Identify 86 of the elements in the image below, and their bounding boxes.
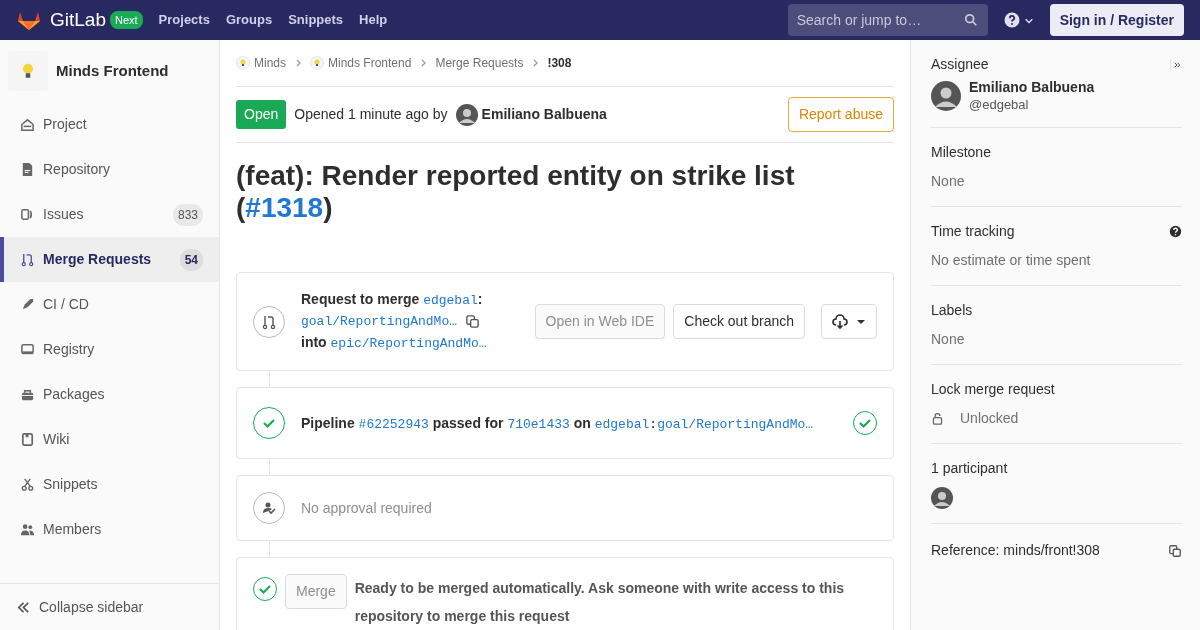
help-icon: [1003, 12, 1020, 28]
project-name[interactable]: Minds Frontend: [56, 59, 169, 83]
status-badge: Open: [236, 100, 287, 129]
next-badge: Next: [110, 10, 143, 30]
count-badge: 54: [179, 248, 203, 271]
sign-in-button[interactable]: Sign in / Register: [1049, 4, 1184, 36]
merge-status-text: Ready to be merged automatically. Ask someone with write access to this repository to merge this request: [354, 579, 846, 627]
participants-label: 1 participant: [931, 458, 1009, 478]
merge-request-icon: [20, 252, 35, 267]
avatar-icon: [931, 80, 961, 111]
section-value: No estimate or time spent: [931, 250, 1091, 270]
sidebar-item[interactable]: Project: [0, 102, 219, 147]
search-icon: [963, 13, 978, 27]
chevron-right-icon: [294, 58, 302, 68]
sidebar-item[interactable]: Repository: [0, 147, 219, 192]
pipeline-status-text: Pipeline #62252943 passed for 710e1433 on edgebal:goal/ReportingAndMo…: [301, 413, 814, 434]
copy-icon: [465, 314, 481, 330]
copy-icon[interactable]: [1168, 543, 1182, 558]
request-label: Request to merge: [301, 291, 420, 308]
issues-icon: [20, 207, 35, 222]
users-icon: [20, 522, 35, 537]
section-value: None: [931, 171, 965, 191]
double-chevron-right-icon[interactable]: [1170, 58, 1182, 71]
page-title: (feat): Render reported entity on strike list (#1318): [236, 160, 796, 225]
sidebar-item[interactable]: CI / CD: [0, 282, 219, 327]
section-label: Labels: [931, 300, 973, 320]
group-avatar-icon: [310, 56, 324, 70]
branch-link[interactable]: epic/ReportingAndMo…: [330, 336, 487, 352]
double-chevron-left-icon: [16, 599, 31, 615]
breadcrumb-link[interactable]: Minds: [254, 54, 286, 72]
reference-text: Reference: minds/front!308: [931, 541, 1100, 561]
namespace-link[interactable]: edgebal: [423, 293, 478, 309]
assignee-label: Assignee: [931, 55, 989, 74]
branch-link[interactable]: goal/ReportingAndMo…: [301, 311, 458, 333]
section-value: None: [931, 329, 965, 349]
laptop-icon: [20, 342, 35, 357]
merge-request-icon: [261, 313, 277, 330]
separator-text: :: [477, 291, 483, 308]
section-value: Unlocked: [960, 408, 1019, 428]
scissors-icon: [20, 477, 35, 492]
search-field[interactable]: Search or jump to…: [787, 4, 988, 36]
sidebar-item[interactable]: Members: [0, 507, 219, 552]
section-label: Time tracking: [931, 221, 1015, 241]
package-icon: [20, 387, 35, 402]
branch-link[interactable]: goal/ReportingAndMo…: [657, 416, 814, 432]
document-icon: [20, 162, 35, 177]
download-dropdown[interactable]: [821, 304, 877, 340]
assignee-name[interactable]: Emiliano Balbuena: [969, 79, 1095, 97]
nav-link[interactable]: Groups: [225, 10, 273, 30]
chevron-right-icon: [531, 58, 540, 68]
author-link[interactable]: Emiliano Balbuena: [481, 104, 607, 125]
sidebar-item[interactable]: Wiki: [0, 417, 219, 462]
chevron-right-icon: [419, 58, 428, 68]
cloud-download-icon: [832, 313, 848, 330]
nav-link[interactable]: Snippets: [288, 10, 344, 30]
branch-action-button[interactable]: Check out branch: [673, 304, 805, 340]
book-icon: [20, 432, 35, 447]
section-label: Milestone: [931, 142, 991, 162]
approval-text: No approval required: [301, 498, 432, 518]
section-label: Lock merge request: [931, 379, 1055, 399]
namespace-link[interactable]: edgebal: [594, 416, 650, 432]
collapse-sidebar-link[interactable]: Collapse sidebar: [0, 583, 219, 630]
nav-link[interactable]: Projects: [158, 10, 210, 30]
sidebar-item[interactable]: Snippets: [0, 462, 219, 507]
commit-link[interactable]: 710e1433: [507, 416, 570, 432]
into-label: into: [301, 334, 327, 351]
breadcrumb-link[interactable]: Minds Frontend: [328, 54, 412, 72]
user-check-icon: [261, 500, 277, 517]
pipeline-link[interactable]: #62252943: [358, 416, 429, 432]
breadcrumb-link[interactable]: !308: [547, 54, 572, 72]
brand-name[interactable]: GitLab: [50, 5, 106, 35]
sidebar-item[interactable]: Issues 833: [0, 192, 219, 237]
opened-text: Opened 1 minute ago by: [294, 105, 448, 124]
breadcrumb-link[interactable]: Merge Requests: [435, 54, 524, 72]
assignee-username: @edgebal: [969, 96, 1030, 113]
separator-text: :: [649, 416, 658, 432]
sidebar-item[interactable]: Merge Requests 54: [0, 237, 219, 282]
issue-link[interactable]: #1318: [245, 192, 324, 224]
nav-link[interactable]: Help: [359, 10, 388, 30]
count-badge: 833: [172, 203, 203, 226]
group-avatar-icon: [236, 56, 250, 70]
sidebar-item[interactable]: Registry: [0, 327, 219, 372]
home-icon: [20, 117, 35, 132]
sidebar-item[interactable]: Packages: [0, 372, 219, 417]
avatar-icon: [931, 487, 953, 510]
avatar-icon: [455, 103, 478, 126]
